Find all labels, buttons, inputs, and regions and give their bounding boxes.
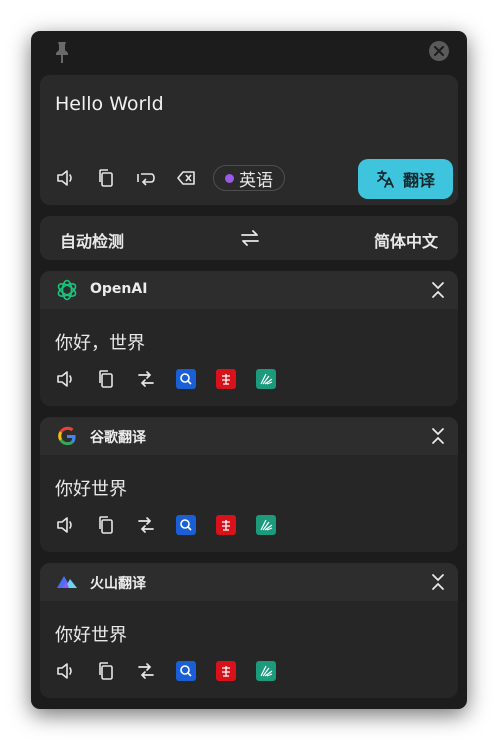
close-button[interactable] — [429, 41, 449, 61]
copy-icon — [99, 516, 113, 534]
service-name: OpenAI — [90, 281, 148, 297]
detected-language-pill[interactable]: 英语 — [213, 165, 285, 191]
speak-result-button[interactable] — [55, 660, 77, 682]
result-card-volcano: 火山翻译 你好世界 — [40, 563, 458, 698]
exchange-icon — [138, 663, 154, 679]
pin-icon[interactable] — [52, 40, 72, 64]
app-blue-icon — [176, 369, 196, 389]
speak-button[interactable] — [55, 167, 77, 189]
swap-icon — [241, 230, 259, 246]
wrap-text-button[interactable] — [135, 167, 157, 189]
app-green-icon — [256, 369, 276, 389]
target-language-select[interactable]: 简体中文 — [374, 228, 438, 252]
send-to-youdao-button[interactable] — [215, 514, 237, 536]
service-name: 火山翻译 — [90, 576, 146, 592]
collapse-icon[interactable] — [429, 281, 447, 299]
result-text: 你好世界 — [55, 479, 127, 500]
openai-icon — [57, 279, 77, 301]
translator-window: Hello World 英语 翻译 自动检测 简体中文 OpenAI 你好，世界… — [31, 31, 467, 709]
copy-result-button[interactable] — [95, 368, 117, 390]
send-to-app-button[interactable] — [175, 660, 197, 682]
swap-languages-button[interactable] — [239, 227, 261, 249]
result-header[interactable]: OpenAI — [40, 271, 458, 309]
detected-language-label: 英语 — [239, 170, 273, 191]
app-blue-icon — [176, 515, 196, 535]
app-blue-icon — [176, 661, 196, 681]
back-translate-button[interactable] — [135, 514, 157, 536]
language-bar: 自动检测 简体中文 — [40, 216, 458, 260]
send-to-app2-button[interactable] — [255, 514, 277, 536]
send-to-app-button[interactable] — [175, 368, 197, 390]
copy-icon — [99, 370, 113, 388]
app-green-icon — [256, 515, 276, 535]
service-name: 谷歌翻译 — [90, 430, 146, 446]
speaker-icon — [57, 170, 72, 186]
close-icon — [434, 46, 444, 56]
speak-result-button[interactable] — [55, 514, 77, 536]
translate-button-label: 翻译 — [402, 171, 435, 190]
copy-icon — [99, 169, 113, 187]
result-text: 你好，世界 — [55, 333, 145, 354]
translate-icon — [377, 170, 394, 188]
send-to-app2-button[interactable] — [255, 368, 277, 390]
translate-button[interactable]: 翻译 — [358, 159, 453, 199]
speaker-icon — [57, 517, 72, 533]
source-text-input[interactable]: Hello World — [55, 93, 164, 115]
back-translate-button[interactable] — [135, 368, 157, 390]
result-text: 你好世界 — [55, 625, 127, 646]
speaker-icon — [57, 371, 72, 387]
return-icon — [137, 173, 155, 186]
send-to-youdao-button[interactable] — [215, 660, 237, 682]
youdao-icon — [216, 661, 236, 681]
collapse-icon[interactable] — [429, 427, 447, 445]
copy-result-button[interactable] — [95, 660, 117, 682]
clear-button[interactable] — [175, 167, 197, 189]
exchange-icon — [138, 517, 154, 533]
exchange-icon — [138, 371, 154, 387]
result-header[interactable]: 谷歌翻译 — [40, 417, 458, 455]
language-dot-icon — [225, 173, 234, 183]
result-card-google: 谷歌翻译 你好世界 — [40, 417, 458, 552]
google-icon — [58, 426, 76, 446]
copy-button[interactable] — [95, 167, 117, 189]
input-panel: Hello World 英语 翻译 — [40, 75, 458, 205]
send-to-app-button[interactable] — [175, 514, 197, 536]
result-card-openai: OpenAI 你好，世界 — [40, 271, 458, 406]
collapse-icon[interactable] — [429, 573, 447, 591]
app-green-icon — [256, 661, 276, 681]
speaker-icon — [57, 663, 72, 679]
back-translate-button[interactable] — [135, 660, 157, 682]
backspace-icon — [177, 171, 195, 185]
volcano-icon — [57, 576, 77, 588]
copy-result-button[interactable] — [95, 514, 117, 536]
speak-result-button[interactable] — [55, 368, 77, 390]
youdao-icon — [216, 369, 236, 389]
send-to-youdao-button[interactable] — [215, 368, 237, 390]
youdao-icon — [216, 515, 236, 535]
result-header[interactable]: 火山翻译 — [40, 563, 458, 601]
copy-icon — [99, 662, 113, 680]
send-to-app2-button[interactable] — [255, 660, 277, 682]
source-language-select[interactable]: 自动检测 — [60, 228, 124, 252]
